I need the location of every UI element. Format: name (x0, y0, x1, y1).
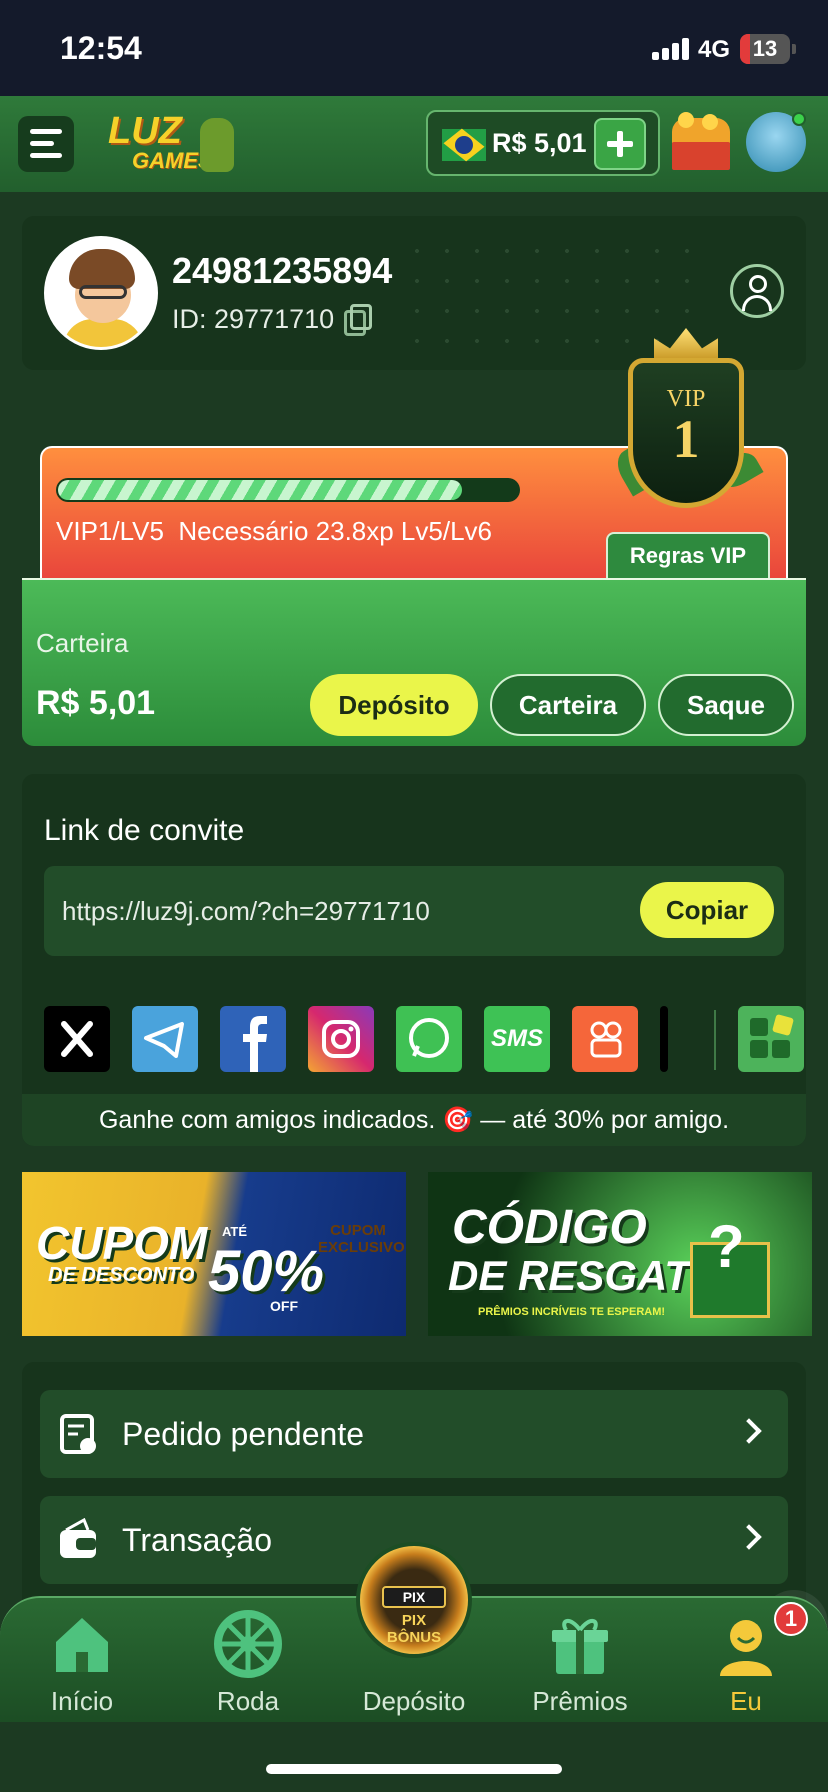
menu-button[interactable] (18, 116, 74, 172)
coupon-subtitle: DE DESCONTO (48, 1264, 195, 1286)
chevron-right-icon (736, 1524, 762, 1550)
coupon-ticket: CUPOM EXCLUSIVO (318, 1222, 405, 1256)
battery-level: 13 (752, 36, 778, 61)
deposit-button[interactable]: Depósito (310, 674, 478, 736)
copy-link-button[interactable]: Copiar (640, 882, 774, 938)
coupon-title: CUPOM (36, 1217, 208, 1269)
notification-badge: 1 (774, 1602, 808, 1636)
nav-wheel[interactable]: Roda (188, 1606, 308, 1724)
invite-url[interactable]: https://luz9j.com/?ch=29771710 (62, 896, 430, 927)
add-funds-button[interactable] (594, 118, 646, 170)
share-divider (714, 1010, 716, 1070)
wheel-icon (214, 1610, 282, 1678)
home-icon (56, 1618, 108, 1672)
logo-text-top: LUZ (108, 110, 182, 152)
username: 24981235894 (172, 250, 393, 291)
question-mark-icon: ? (708, 1213, 745, 1280)
invite-link-box: https://luz9j.com/?ch=29771710 Copiar (44, 866, 784, 956)
brazil-flag-icon (442, 129, 486, 161)
whatsapp-icon[interactable] (396, 1006, 462, 1072)
instagram-icon[interactable] (308, 1006, 374, 1072)
nav-prizes[interactable]: Prêmios (520, 1606, 640, 1724)
nav-label: Início (50, 1686, 114, 1716)
redeem-subtitle: DE RESGATE (448, 1252, 718, 1299)
vip-badge-level: 1 (672, 409, 700, 469)
menu-item-label: Transação (122, 1522, 272, 1558)
battery-icon: 13 (740, 34, 790, 64)
pending-order-icon (58, 1412, 98, 1456)
sms-icon[interactable]: SMS (484, 1006, 550, 1072)
redeem-tagline: PRÊMIOS INCRÍVEIS TE ESPERAM! (478, 1306, 666, 1318)
chevron-right-icon (736, 1418, 762, 1444)
gift-icon (552, 1619, 608, 1674)
network-type: 4G (698, 36, 731, 63)
mascot-icon (200, 118, 234, 172)
coupon-ate: ATÉ (222, 1224, 248, 1239)
nav-label: Prêmios (532, 1686, 628, 1716)
pix-icon: PIX (382, 1586, 446, 1608)
status-bar: 12:54 4G 13 (0, 0, 828, 96)
wallet-icon (58, 1517, 98, 1562)
pix-bonus-label: PIX BÔNUS (386, 1612, 442, 1646)
support-avatar[interactable] (746, 112, 806, 172)
share-overflow-edge (660, 1006, 668, 1072)
redeem-code-banner[interactable]: CÓDIGO DE RESGATE PRÊMIOS INCRÍVEIS TE E… (428, 1172, 812, 1336)
menu-item-label: Pedido pendente (122, 1416, 364, 1452)
wallet-button[interactable]: Carteira (490, 674, 646, 736)
vip-level-text: VIP1/LV5 Necessário 23.8xp Lv5/Lv6 (56, 516, 492, 546)
wallet-label: Carteira (36, 628, 129, 658)
treasure-chest-icon[interactable] (668, 112, 734, 172)
nav-home[interactable]: Início (22, 1606, 142, 1724)
online-indicator (792, 112, 806, 126)
nav-label: Roda (216, 1686, 280, 1716)
user-id: ID: 29771710 (172, 304, 335, 334)
home-strip (0, 1722, 828, 1792)
signal-icon (652, 38, 692, 60)
kwai-icon[interactable] (572, 1006, 638, 1072)
crown-icon (654, 328, 718, 362)
app-header: LUZ GAMES R$ 5,01 (0, 96, 828, 192)
vip-progress-fill (58, 480, 462, 500)
invite-title: Link de convite (44, 814, 245, 847)
share-row: SMS (44, 1006, 804, 1074)
telegram-icon[interactable] (132, 1006, 198, 1072)
balance-pill[interactable]: R$ 5,01 (426, 110, 660, 176)
withdraw-button[interactable]: Saque (658, 674, 794, 736)
edit-profile-icon[interactable] (730, 264, 784, 318)
coupon-percent: 50% (208, 1239, 325, 1304)
pix-bonus-button[interactable]: PIX PIX BÔNUS (356, 1542, 472, 1658)
more-apps-icon[interactable] (738, 1006, 804, 1072)
coupon-off: OFF (270, 1298, 298, 1314)
facebook-icon[interactable] (220, 1006, 286, 1072)
vip-progress-bar (56, 478, 520, 502)
x-icon[interactable] (44, 1006, 110, 1072)
header-balance: R$ 5,01 (492, 128, 587, 158)
status-time: 12:54 (60, 30, 142, 66)
menu-item-pending-orders[interactable]: Pedido pendente (40, 1390, 788, 1478)
app-logo[interactable]: LUZ GAMES (108, 108, 238, 180)
wallet-card: Carteira R$ 5,01 Depósito Carteira Saque (22, 578, 806, 746)
home-indicator[interactable] (266, 1764, 562, 1774)
vip-rules-button[interactable]: Regras VIP (606, 532, 770, 580)
coupon-banner[interactable]: CUPOM DE DESCONTO ATÉ 50% OFF CUPOM EXCL… (22, 1172, 406, 1336)
invite-note: Ganhe com amigos indicados. 🎯 — até 30% … (22, 1094, 806, 1146)
invite-section: Link de convite https://luz9j.com/?ch=29… (22, 774, 806, 1146)
vip-badge[interactable]: VIP 1 (611, 328, 764, 524)
copy-id-icon[interactable] (344, 304, 372, 336)
redeem-title: CÓDIGO (452, 1201, 647, 1254)
nav-label: Eu (730, 1686, 762, 1716)
nav-label: Depósito (362, 1686, 466, 1716)
user-avatar[interactable] (44, 236, 158, 350)
wallet-amount: R$ 5,01 (36, 684, 156, 722)
